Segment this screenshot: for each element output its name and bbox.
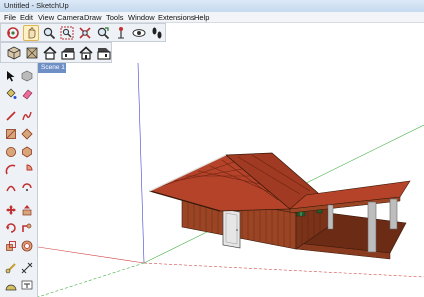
porch-pillar-front [367,201,377,253]
menu-bar: File Edit View Camera Draw Tools Window … [0,12,424,23]
green-axis-dashed [38,262,145,297]
push-pull-icon[interactable] [20,203,34,217]
menu-file[interactable]: File [4,13,16,22]
dimension-icon[interactable] [20,261,34,275]
orbit-icon[interactable] [5,25,21,41]
right-view-icon[interactable] [60,45,76,61]
rectangle-icon[interactable] [4,127,18,141]
menu-tools[interactable]: Tools [106,13,124,22]
menu-window[interactable]: Window [128,13,155,22]
protractor-icon[interactable] [4,279,18,293]
zoom-extents-icon[interactable] [77,25,93,41]
zoom-icon[interactable] [41,25,57,41]
follow-me-icon[interactable] [20,221,34,235]
model-viewport[interactable] [38,63,424,297]
house-model[interactable] [149,152,411,260]
look-around-icon[interactable] [131,25,147,41]
red-axis [38,246,145,264]
red-axis-dashed [143,262,424,278]
iso-view-icon[interactable] [6,45,22,61]
porch-pillar-back [389,198,398,230]
offset-icon[interactable] [20,239,34,253]
pan-icon[interactable] [23,25,39,41]
walk-icon[interactable] [149,25,165,41]
top-view-icon[interactable] [24,45,40,61]
zoom-window-icon[interactable] [59,25,75,41]
menu-extensions[interactable]: Extensions [158,13,195,22]
front-door [222,208,241,249]
previous-view-icon[interactable] [95,25,111,41]
arc-icon[interactable] [4,163,18,177]
component-icon[interactable] [20,69,34,83]
paint-bucket-icon[interactable] [4,87,18,101]
move-icon[interactable] [4,203,18,217]
menu-draw[interactable]: Draw [84,13,102,22]
polygon-icon[interactable] [20,145,34,159]
two-point-arc-icon[interactable] [4,181,18,195]
tape-measure-icon[interactable] [4,261,18,275]
menu-edit[interactable]: Edit [20,13,33,22]
left-view-icon[interactable] [96,45,112,61]
three-point-arc-icon[interactable] [20,181,34,195]
pie-icon[interactable] [20,163,34,177]
front-view-icon[interactable] [42,45,58,61]
rotate-icon[interactable] [4,221,18,235]
position-camera-icon[interactable] [113,25,129,41]
text-icon[interactable] [20,279,34,293]
views-toolbar [0,42,112,63]
select-icon[interactable] [4,69,18,83]
window-title: Untitled - SketchUp [4,1,69,10]
rotated-rectangle-icon[interactable] [20,127,34,141]
scale-icon[interactable] [4,239,18,253]
title-bar: Untitled - SketchUp [0,0,424,12]
left-tool-palette [0,63,38,297]
menu-camera[interactable]: Camera [57,13,84,22]
pencil-line-icon[interactable] [4,109,18,123]
menu-help[interactable]: Help [194,13,209,22]
scene-tab[interactable]: Scene 1 [38,63,66,73]
model-scene [38,63,424,297]
freehand-icon[interactable] [20,109,34,123]
back-view-icon[interactable] [78,45,94,61]
blue-axis [137,63,145,264]
menu-view[interactable]: View [38,13,54,22]
eraser-icon[interactable] [20,87,34,101]
circle-icon[interactable] [4,145,18,159]
camera-toolbar [0,23,166,42]
